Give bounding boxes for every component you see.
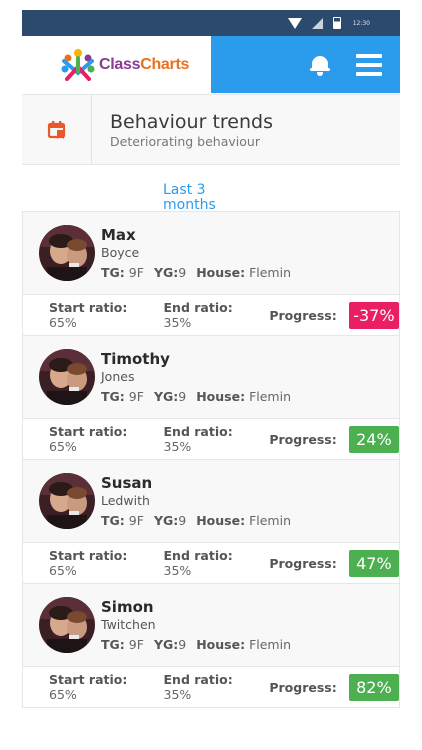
student-header: Max Boyce TG: 9F YG:9 House: Flemin [23, 212, 399, 295]
app-header: ClassCharts [22, 36, 400, 93]
student-last-name: Jones [101, 369, 135, 384]
house-value: Flemin [249, 513, 291, 528]
yg-label: YG: [153, 265, 179, 280]
student-card[interactable]: Max Boyce TG: 9F YG:9 House: Flemin Start … [23, 212, 400, 336]
progress-badge: 82% [348, 673, 400, 701]
end-ratio-label: End ratio: [163, 424, 233, 439]
house-label: House: [196, 513, 246, 528]
house-label: House: [196, 265, 246, 280]
page-title: Behaviour trends [110, 110, 273, 133]
period-filter[interactable]: Last 3 months [22, 165, 400, 213]
yg-value: 9 [178, 513, 187, 528]
phone-screen: 12:30 ClassCharts Behaviour trends Deter… [22, 10, 400, 710]
student-header: Simon Twitchen TG: 9F YG:9 House: Flemin [23, 584, 399, 667]
calendar-icon [47, 120, 65, 139]
student-card[interactable]: Simon Twitchen TG: 9F YG:9 House: Flemin S… [23, 584, 400, 708]
student-stats: Start ratio: 65% End ratio: 35% Progress… [23, 543, 400, 584]
student-meta: TG: 9F YG:9 House: Flemin [101, 513, 301, 528]
yg-label: YG: [153, 637, 179, 652]
brand-name: ClassCharts [99, 56, 189, 74]
battery-icon [332, 17, 341, 29]
student-last-name: Ledwith [101, 493, 150, 508]
brand-logo[interactable]: ClassCharts [22, 36, 211, 93]
student-list: Max Boyce TG: 9F YG:9 House: Flemin Start … [22, 211, 400, 708]
student-first-name: Susan [101, 474, 153, 492]
start-ratio-value: 65% [49, 563, 77, 578]
student-last-name: Twitchen [101, 617, 156, 632]
end-ratio-label: End ratio: [163, 672, 233, 687]
progress-badge: 24% [348, 425, 400, 453]
classcharts-logo-icon [61, 48, 95, 81]
house-value: Flemin [249, 389, 291, 404]
student-first-name: Simon [101, 598, 154, 616]
page-title-bar: Behaviour trends Deteriorating behaviour [22, 94, 400, 165]
yg-label: YG: [153, 389, 179, 404]
signal-icon [311, 17, 323, 29]
progress-label: Progress: [269, 307, 337, 323]
avatar [39, 473, 95, 529]
notifications-bell-icon[interactable] [310, 54, 330, 76]
page-subtitle: Deteriorating behaviour [110, 133, 260, 149]
period-filter-line1: Last 3 [163, 182, 206, 198]
end-ratio-label: End ratio: [163, 548, 233, 563]
yg-label: YG: [153, 513, 179, 528]
status-time: 12:30 [352, 19, 370, 27]
progress-badge: -37% [348, 301, 400, 329]
start-ratio-label: Start ratio: [49, 672, 128, 687]
student-card[interactable]: Timothy Jones TG: 9F YG:9 House: Flemin St… [23, 336, 400, 460]
student-stats: Start ratio: 65% End ratio: 35% Progress… [23, 667, 400, 708]
brand-name-part2: Charts [140, 55, 190, 73]
tg-value: 9F [128, 389, 144, 404]
student-first-name: Max [101, 226, 136, 244]
progress-badge: 47% [348, 549, 400, 577]
avatar [39, 349, 95, 405]
student-stats: Start ratio: 65% End ratio: 35% Progress… [23, 419, 400, 460]
yg-value: 9 [178, 637, 187, 652]
end-ratio-value: 35% [163, 563, 192, 578]
end-ratio-value: 35% [163, 439, 192, 454]
yg-value: 9 [178, 389, 187, 404]
house-label: House: [196, 637, 246, 652]
tg-label: TG: [101, 637, 125, 652]
status-bar: 12:30 [22, 10, 400, 36]
hamburger-menu-icon[interactable] [356, 53, 382, 76]
tg-value: 9F [128, 265, 144, 280]
student-header: Susan Ledwith TG: 9F YG:9 House: Flemin [23, 460, 399, 543]
wifi-icon [287, 17, 302, 29]
yg-value: 9 [178, 265, 187, 280]
avatar [39, 597, 95, 653]
start-ratio-label: Start ratio: [49, 300, 128, 315]
house-label: House: [196, 389, 246, 404]
end-ratio-value: 35% [163, 315, 192, 330]
house-value: Flemin [249, 637, 291, 652]
header-actions [211, 36, 400, 93]
student-card[interactable]: Susan Ledwith TG: 9F YG:9 House: Flemin St… [23, 460, 400, 584]
avatar [39, 225, 95, 281]
tg-value: 9F [128, 637, 144, 652]
student-stats: Start ratio: 65% End ratio: 35% Progress… [23, 295, 400, 336]
student-meta: TG: 9F YG:9 House: Flemin [101, 637, 301, 652]
student-header: Timothy Jones TG: 9F YG:9 House: Flemin [23, 336, 399, 419]
end-ratio-value: 35% [163, 687, 192, 702]
tg-label: TG: [101, 265, 125, 280]
tg-value: 9F [128, 513, 144, 528]
calendar-box[interactable] [22, 95, 92, 164]
student-first-name: Timothy [101, 350, 170, 368]
tg-label: TG: [101, 513, 125, 528]
progress-label: Progress: [269, 679, 337, 695]
progress-label: Progress: [269, 431, 337, 447]
start-ratio-label: Start ratio: [49, 424, 128, 439]
start-ratio-value: 65% [49, 439, 77, 454]
start-ratio-value: 65% [49, 687, 77, 702]
start-ratio-value: 65% [49, 315, 77, 330]
house-value: Flemin [249, 265, 291, 280]
student-meta: TG: 9F YG:9 House: Flemin [101, 389, 301, 404]
student-last-name: Boyce [101, 245, 140, 260]
student-meta: TG: 9F YG:9 House: Flemin [101, 265, 301, 280]
progress-label: Progress: [269, 555, 337, 571]
end-ratio-label: End ratio: [163, 300, 233, 315]
brand-name-part1: Class [99, 55, 141, 73]
tg-label: TG: [101, 389, 125, 404]
start-ratio-label: Start ratio: [49, 548, 128, 563]
